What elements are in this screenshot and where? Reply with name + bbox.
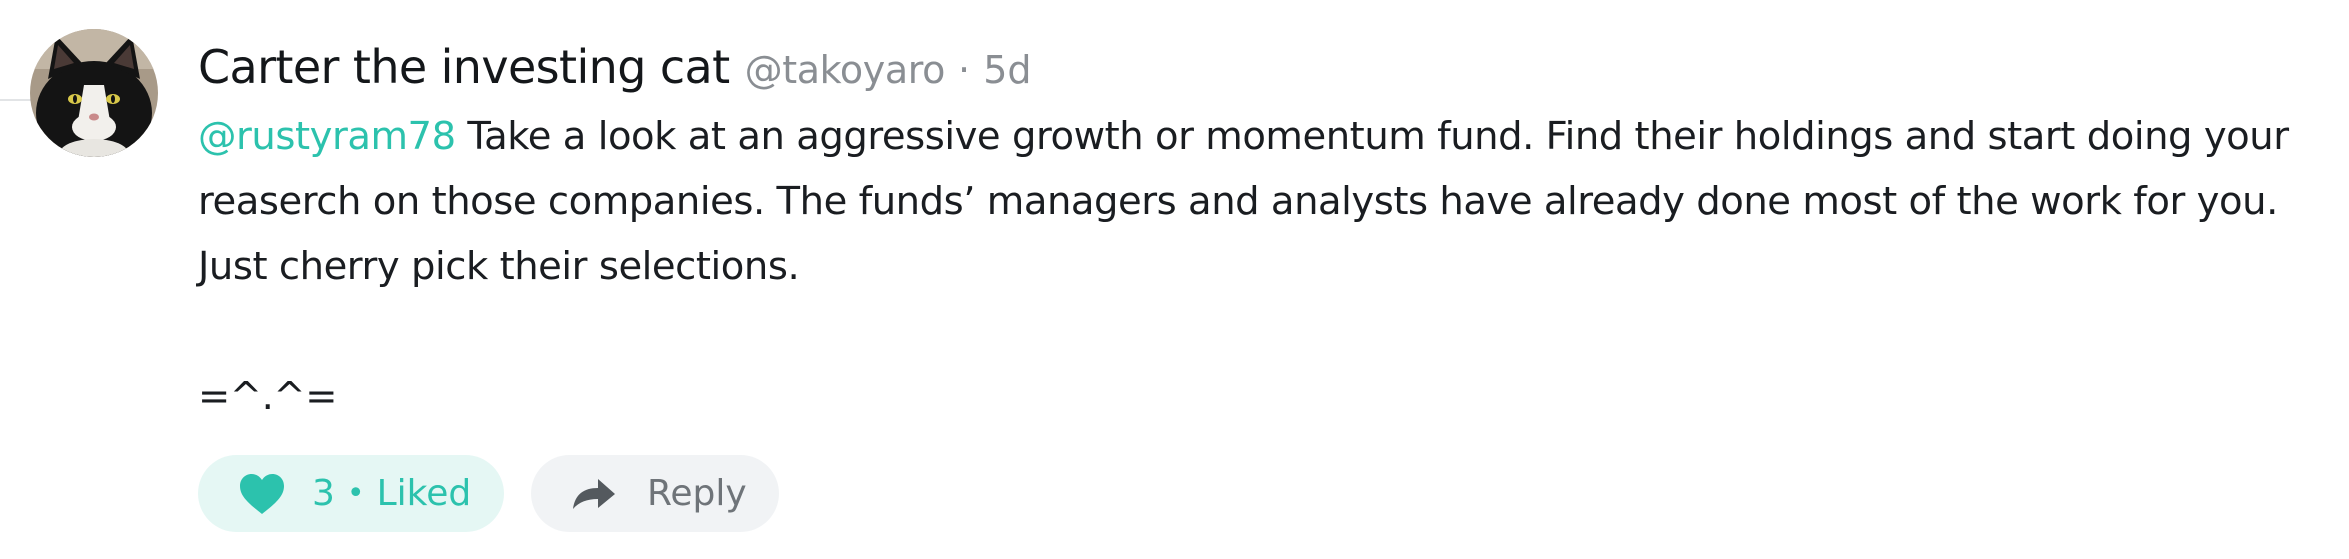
reply-label: Reply — [647, 473, 747, 514]
comment-actions: 3 • Liked Reply — [198, 455, 779, 532]
header-separator: · — [958, 48, 971, 92]
comment-card: Carter the investing cat @takoyaro · 5d … — [0, 0, 2349, 559]
comment-header: Carter the investing cat @takoyaro · 5d — [198, 30, 2349, 104]
like-label: Liked — [376, 473, 472, 514]
heart-icon — [240, 473, 284, 514]
thread-connector-line — [0, 99, 32, 101]
user-mention-link[interactable]: @rustyram78 — [198, 114, 456, 159]
avatar-cat-image — [30, 29, 158, 157]
comment-content: Carter the investing cat @takoyaro · 5d … — [198, 30, 2349, 429]
like-separator: • — [346, 476, 365, 511]
like-count: 3 — [312, 473, 335, 514]
like-button[interactable]: 3 • Liked — [198, 455, 504, 532]
reply-arrow-icon — [573, 478, 615, 509]
comment-text: Take a look at an aggressive growth or m… — [198, 114, 2289, 289]
timestamp[interactable]: 5d — [983, 48, 1031, 92]
comment-body: @rustyram78 Take a look at an aggressive… — [198, 104, 2349, 429]
comment-paragraph: @rustyram78 Take a look at an aggressive… — [198, 104, 2349, 299]
author-name[interactable]: Carter the investing cat — [198, 40, 730, 94]
author-handle[interactable]: @takoyaro — [745, 48, 946, 92]
avatar[interactable] — [30, 29, 158, 157]
reply-button[interactable]: Reply — [531, 455, 779, 532]
comment-signature: =^.^= — [198, 374, 338, 419]
